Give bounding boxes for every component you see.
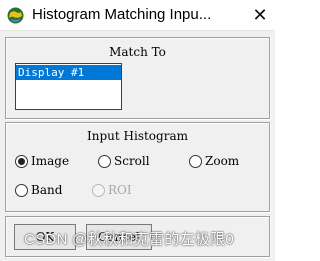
histogram-matching-dialog: Histogram Matching Inpu... ✕ Match To Di… (0, 0, 275, 261)
match-to-label: Match To (109, 45, 166, 59)
radio-image[interactable]: Image (15, 154, 69, 168)
radio-button-circle[interactable] (189, 154, 202, 168)
radio-button-circle[interactable] (15, 154, 28, 168)
radio-button-circle[interactable] (15, 183, 28, 197)
match-to-group: Match To Display #1 (5, 37, 270, 119)
envi-globe-icon (7, 7, 24, 24)
title-bar[interactable]: Histogram Matching Inpu... ✕ (0, 0, 275, 31)
input-histogram-label: Input Histogram (87, 129, 188, 143)
radio-button-circle[interactable] (98, 154, 111, 168)
close-button[interactable]: ✕ (245, 0, 275, 31)
radio-image-label: Image (31, 154, 70, 168)
list-item[interactable]: Display #1 (16, 65, 121, 80)
radio-band-label: Band (31, 183, 63, 197)
window-title: Histogram Matching Inpu... (32, 6, 212, 23)
radio-zoom[interactable]: Zoom (189, 154, 239, 168)
radio-scroll[interactable]: Scroll (98, 154, 150, 168)
input-histogram-group: Input Histogram Image Scroll Zoom Band R… (5, 122, 270, 212)
watermark-text: CSDN @秋秋和克雷的左极限0 (24, 231, 235, 248)
radio-roi: ROI (92, 183, 132, 197)
radio-roi-label: ROI (108, 183, 132, 197)
radio-button-circle (92, 183, 105, 197)
match-to-listbox[interactable]: Display #1 (15, 63, 122, 110)
radio-scroll-label: Scroll (114, 154, 150, 168)
radio-selected-dot (18, 157, 25, 165)
radio-band[interactable]: Band (15, 183, 62, 197)
radio-zoom-label: Zoom (205, 154, 240, 168)
